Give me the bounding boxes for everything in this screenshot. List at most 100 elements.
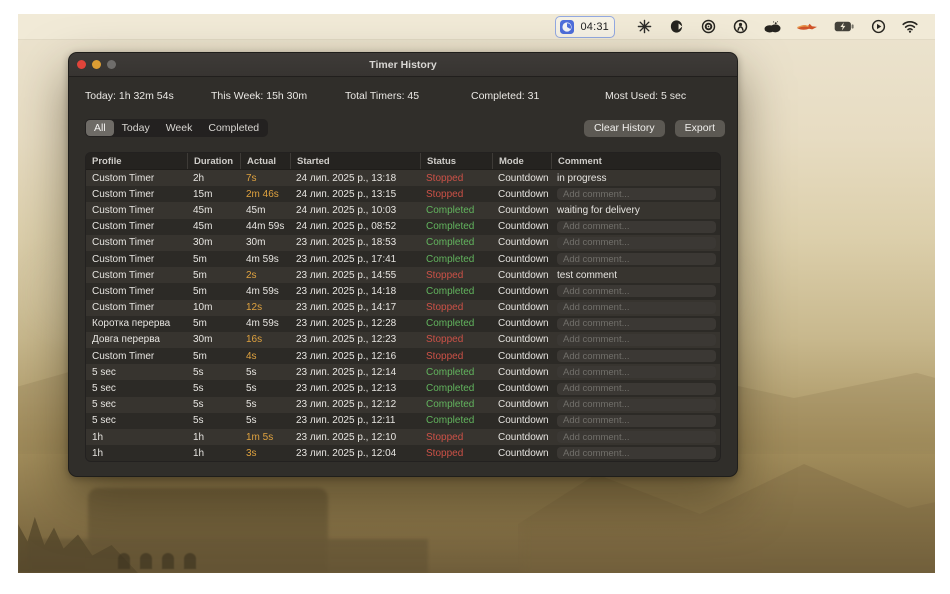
- comment-placeholder: Add comment...: [563, 415, 630, 427]
- fox-icon[interactable]: [795, 18, 819, 36]
- cell-duration: 5m: [193, 285, 207, 297]
- comment-text[interactable]: test comment: [557, 270, 617, 281]
- filter-completed[interactable]: Completed: [200, 120, 267, 136]
- filter-segmented-control: All Today Week Completed: [85, 119, 269, 137]
- cell-duration: 30m: [193, 237, 213, 249]
- zoom-button[interactable]: [107, 60, 116, 69]
- export-button[interactable]: Export: [674, 119, 725, 137]
- minimize-button[interactable]: [92, 60, 101, 69]
- comment-input[interactable]: Add comment...: [557, 382, 716, 395]
- filter-today[interactable]: Today: [114, 120, 158, 136]
- record-icon[interactable]: [699, 18, 717, 36]
- cell-profile: Довга перерва: [92, 334, 160, 346]
- cell-mode: Countdown: [498, 172, 549, 184]
- timer-menubar-widget[interactable]: 04:31: [555, 15, 615, 38]
- comment-input[interactable]: Add comment...: [557, 398, 716, 411]
- cell-duration: 45m: [193, 204, 213, 216]
- cell-status: Completed: [426, 221, 475, 233]
- cell-status: Stopped: [426, 431, 464, 443]
- cell-duration: 1h: [193, 431, 205, 443]
- column-header-duration[interactable]: Duration: [187, 153, 240, 169]
- table-row[interactable]: 5 sec 5s 5s 23 лип. 2025 р., 12:12 Compl…: [86, 396, 720, 413]
- title-bar[interactable]: Timer History: [69, 53, 737, 77]
- filter-week[interactable]: Week: [158, 120, 201, 136]
- comment-input[interactable]: Add comment...: [557, 366, 716, 379]
- column-header-started[interactable]: Started: [290, 153, 420, 169]
- column-header-comment[interactable]: Comment: [551, 153, 720, 169]
- comment-input[interactable]: Add comment...: [557, 236, 716, 249]
- cell-actual: 5s: [246, 383, 257, 395]
- table-row[interactable]: Коротка перерва 5m 4m 59s 23 лип. 2025 р…: [86, 315, 720, 332]
- cell-status: Completed: [426, 366, 475, 378]
- table-row[interactable]: 1h 1h 1m 5s 23 лип. 2025 р., 12:10 Stopp…: [86, 429, 720, 446]
- comment-input[interactable]: Add comment...: [557, 301, 716, 314]
- cell-started: 24 лип. 2025 р., 13:18: [296, 172, 397, 184]
- table-row[interactable]: Custom Timer 45m 44m 59s 24 лип. 2025 р.…: [86, 218, 720, 235]
- cell-comment: Add comment...: [551, 235, 720, 251]
- comment-input[interactable]: Add comment...: [557, 431, 716, 444]
- comment-input[interactable]: Add comment...: [557, 333, 716, 346]
- column-header-actual[interactable]: Actual: [240, 153, 290, 169]
- table-row[interactable]: Custom Timer 5m 4m 59s 23 лип. 2025 р., …: [86, 250, 720, 268]
- table-row[interactable]: Custom Timer 10m 12s 23 лип. 2025 р., 14…: [86, 299, 720, 316]
- table-row[interactable]: Custom Timer 45m 45m 24 лип. 2025 р., 10…: [86, 202, 720, 219]
- cell-comment: Add comment...: [551, 283, 720, 299]
- comment-input[interactable]: Add comment...: [557, 188, 716, 201]
- comment-input[interactable]: Add comment...: [557, 285, 716, 298]
- table-row[interactable]: Custom Timer 5m 4m 59s 23 лип. 2025 р., …: [86, 283, 720, 300]
- broadcast-icon[interactable]: [731, 18, 749, 36]
- comment-input[interactable]: Add comment...: [557, 317, 716, 330]
- comment-input[interactable]: Add comment...: [557, 414, 716, 427]
- cell-duration: 5s: [193, 383, 204, 395]
- comment-placeholder: Add comment...: [563, 253, 630, 265]
- wifi-icon[interactable]: [901, 18, 919, 36]
- filter-all[interactable]: All: [86, 120, 114, 136]
- cell-mode: Countdown: [498, 221, 549, 233]
- column-header-status[interactable]: Status: [420, 153, 492, 169]
- comment-text[interactable]: waiting for delivery: [557, 205, 640, 216]
- table-row[interactable]: Custom Timer 5m 2s 23 лип. 2025 р., 14:5…: [86, 267, 720, 284]
- cell-mode: Countdown: [498, 415, 549, 427]
- comment-input[interactable]: Add comment...: [557, 350, 716, 363]
- cell-mode: Countdown: [498, 334, 549, 346]
- table-row[interactable]: 5 sec 5s 5s 23 лип. 2025 р., 12:14 Compl…: [86, 364, 720, 381]
- comment-placeholder: Add comment...: [563, 447, 630, 459]
- cell-status: Stopped: [426, 302, 464, 314]
- cloud-icon[interactable]: [763, 18, 781, 36]
- table-row[interactable]: 1h 1h 3s 23 лип. 2025 р., 12:04 Stopped …: [86, 445, 720, 462]
- table-row[interactable]: 5 sec 5s 5s 23 лип. 2025 р., 12:11 Compl…: [86, 412, 720, 429]
- comment-placeholder: Add comment...: [563, 237, 630, 249]
- cell-started: 24 лип. 2025 р., 10:03: [296, 204, 397, 216]
- table-row[interactable]: Custom Timer 15m 2m 46s 24 лип. 2025 р.,…: [86, 186, 720, 203]
- comment-text[interactable]: in progress: [557, 173, 606, 184]
- table-row[interactable]: Custom Timer 30m 30m 23 лип. 2025 р., 18…: [86, 234, 720, 251]
- cell-mode: Countdown: [498, 366, 549, 378]
- clear-history-button[interactable]: Clear History: [583, 119, 665, 137]
- comment-input[interactable]: Add comment...: [557, 253, 716, 266]
- cell-status: Stopped: [426, 447, 464, 459]
- cell-duration: 5m: [193, 350, 207, 362]
- comment-input[interactable]: Add comment...: [557, 447, 716, 460]
- sparkle-icon[interactable]: [635, 18, 653, 36]
- battery-charging-icon[interactable]: [833, 18, 855, 36]
- table-row[interactable]: 5 sec 5s 5s 23 лип. 2025 р., 12:13 Compl…: [86, 380, 720, 397]
- cell-profile: 1h: [92, 447, 104, 459]
- stat-today: Today: 1h 32m 54s: [85, 90, 174, 102]
- cat-icon[interactable]: [667, 18, 685, 36]
- cell-actual: 30m: [246, 237, 266, 249]
- cell-mode: Countdown: [498, 302, 549, 314]
- table-row[interactable]: Custom Timer 5m 4s 23 лип. 2025 р., 12:1…: [86, 348, 720, 365]
- cell-profile: Custom Timer: [92, 237, 155, 249]
- column-header-profile[interactable]: Profile: [86, 153, 187, 169]
- column-header-mode[interactable]: Mode: [492, 153, 551, 169]
- cell-comment: Add comment...: [551, 413, 720, 429]
- table-row[interactable]: Довга перерва 30m 16s 23 лип. 2025 р., 1…: [86, 331, 720, 349]
- close-button[interactable]: [77, 60, 86, 69]
- comment-input[interactable]: Add comment...: [557, 220, 716, 233]
- play-circle-icon[interactable]: [869, 18, 887, 36]
- cell-started: 23 лип. 2025 р., 12:10: [296, 431, 397, 443]
- cell-status: Completed: [426, 415, 475, 427]
- table-row[interactable]: Custom Timer 2h 7s 24 лип. 2025 р., 13:1…: [86, 170, 720, 187]
- cell-status: Stopped: [426, 172, 464, 184]
- cell-profile: Custom Timer: [92, 269, 155, 281]
